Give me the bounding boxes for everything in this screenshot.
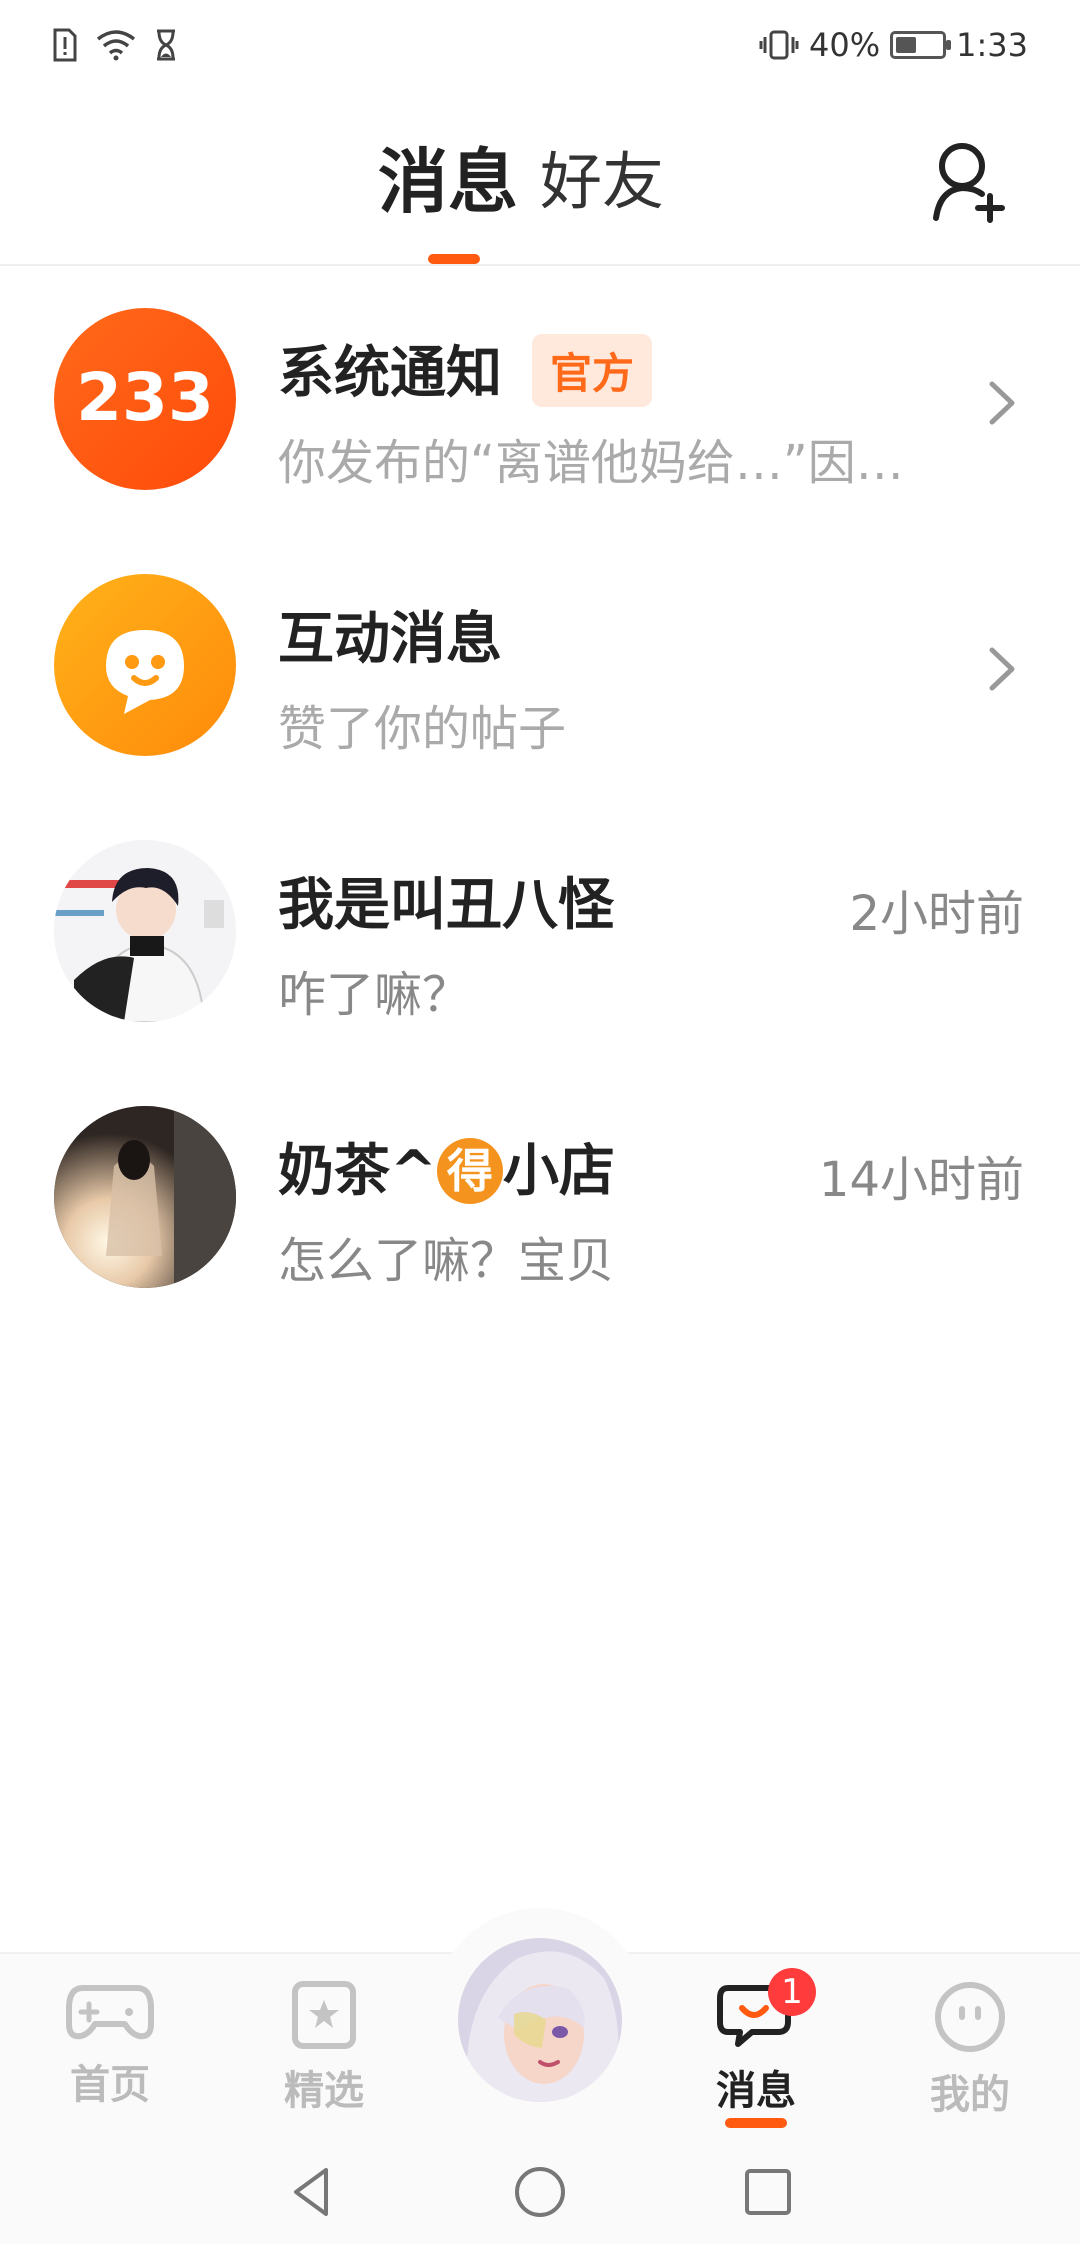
list-item-system-notice[interactable]: 233 系统通知 官方 你发布的“离谱他妈给…”因… <box>0 268 1080 534</box>
chevron-right-icon <box>989 647 1015 691</box>
battery-percent: 40% <box>809 26 881 64</box>
conversation-preview: 咋了嘛？ <box>278 967 471 1023</box>
clock: 1:33 <box>956 26 1028 64</box>
status-bar: 40% 1:33 <box>0 0 1080 100</box>
tab-indicator <box>428 254 480 264</box>
nav-home[interactable]: 首页 <box>40 1980 180 2110</box>
chat-bubble-face-icon <box>106 630 184 714</box>
back-triangle-icon[interactable] <box>282 2162 342 2222</box>
conversation-list: 233 系统通知 官方 你发布的“离谱他妈给…”因… 互动消息 赞了你的帖子 我… <box>0 268 1080 1332</box>
system-notice-avatar: 233 <box>54 308 236 490</box>
add-user-icon[interactable] <box>930 140 1010 224</box>
conversation-preview: 你发布的“离谱他妈给…”因… <box>278 435 904 491</box>
nav-featured-label: 精选 <box>284 2068 364 2114</box>
anime-boy-avatar <box>54 840 236 1022</box>
system-notice-title: 系统通知 <box>278 341 502 406</box>
user-avatar[interactable] <box>54 1106 236 1288</box>
title-suffix: 小店 <box>502 1139 615 1204</box>
nav-home-label: 首页 <box>70 2062 150 2108</box>
nav-mine-label: 我的 <box>930 2072 1010 2118</box>
conversation-preview: 赞了你的帖子 <box>278 701 567 757</box>
tab-friends[interactable]: 好友 <box>540 140 664 224</box>
conversation-time: 2小时前 <box>849 886 1024 942</box>
messages-screen: 40% 1:33 消息 好友 233 系统通知 官方 你发布的“离谱他妈给…”因… <box>0 0 1080 2244</box>
title-prefix: 奶茶^ <box>278 1139 437 1204</box>
svg-text:233: 233 <box>76 359 214 436</box>
interaction-avatar <box>54 574 236 756</box>
conversation-title: 奶茶^ 得小店 <box>278 1126 615 1208</box>
mirror-selfie-avatar <box>54 1106 236 1288</box>
tab-messages[interactable]: 消息 <box>378 140 518 224</box>
header: 消息 好友 <box>0 100 1080 266</box>
conversation-title: 系统通知 官方 <box>278 328 653 413</box>
list-item-chat[interactable]: 我是叫丑八怪 咋了嘛？ 2小时前 <box>0 800 1080 1066</box>
home-circle-icon[interactable] <box>510 2162 570 2222</box>
wifi-icon <box>96 30 136 61</box>
logo-233-icon: 233 <box>76 359 214 436</box>
conversation-time: 14小时前 <box>818 1152 1024 1208</box>
smiley-icon <box>935 1982 1005 2052</box>
battery-fill <box>896 37 917 53</box>
conversation-title: 我是叫丑八怪 <box>278 873 614 938</box>
message-count-badge: 1 <box>768 1968 816 2016</box>
official-badge: 官方 <box>532 334 653 408</box>
battery-icon <box>890 31 952 59</box>
anime-girl-avatar <box>458 1938 622 2102</box>
hourglass-icon <box>157 29 175 61</box>
conversation-preview: 怎么了嘛？宝贝 <box>278 1233 615 1289</box>
nav-messages-label: 消息 <box>716 2068 796 2114</box>
center-avatar-button[interactable] <box>458 1938 622 2102</box>
user-avatar[interactable] <box>54 840 236 1022</box>
vibrate-icon <box>759 30 799 60</box>
recents-square-icon[interactable] <box>738 2162 798 2222</box>
list-item-chat[interactable]: 奶茶^ 得小店 怎么了嘛？宝贝 14小时前 <box>0 1066 1080 1332</box>
star-card-icon <box>292 1981 356 2049</box>
conversation-title: 互动消息 <box>278 607 502 672</box>
list-item-interaction[interactable]: 互动消息 赞了你的帖子 <box>0 534 1080 800</box>
nav-featured[interactable]: 精选 <box>254 1980 394 2116</box>
sim-alert-icon <box>53 28 77 62</box>
chevron-right-icon <box>989 381 1015 425</box>
gamepad-icon <box>66 1985 154 2040</box>
de-badge-char: 得 <box>436 1137 503 1204</box>
system-nav-bar <box>0 2142 1080 2244</box>
top-tabs: 消息 好友 <box>378 140 664 224</box>
nav-active-indicator <box>725 2118 787 2128</box>
nav-mine[interactable]: 我的 <box>900 1980 1040 2120</box>
